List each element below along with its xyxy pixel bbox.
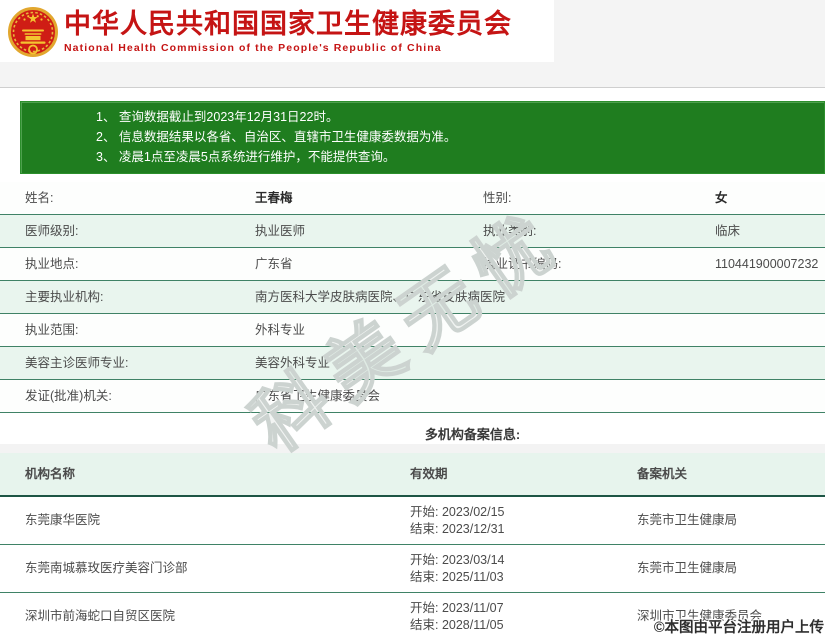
filing-end-date: 结束: 2025/11/03 (410, 569, 612, 586)
info-label: 执业证书编码: (475, 256, 707, 272)
notice-box: 1、 查询数据截止到2023年12月31日22时。 2、 信息数据结果以各省、自… (20, 101, 825, 174)
info-row: 医师级别:执业医师执业类别:临床 (0, 215, 825, 248)
notice-item: 3、 凌晨1点至凌晨5点系统进行维护，不能提供查询。 (96, 147, 814, 167)
info-label: 执业范围: (0, 322, 247, 338)
notice-list: 1、 查询数据截止到2023年12月31日22时。 2、 信息数据结果以各省、自… (96, 107, 814, 167)
info-value: 美容外科专业 (247, 355, 825, 371)
notice-item: 2、 信息数据结果以各省、自治区、直辖市卫生健康委数据为准。 (96, 127, 814, 147)
filing-row: 东莞南城慕玫医疗美容门诊部开始: 2023/03/14结束: 2025/11/0… (0, 545, 825, 593)
filing-validity: 开始: 2023/02/15结束: 2023/12/31 (388, 504, 612, 538)
info-label: 主要执业机构: (0, 289, 247, 305)
info-value: 女 (707, 190, 825, 206)
column-header-authority: 备案机关 (612, 466, 825, 483)
info-label: 性别: (475, 190, 707, 206)
info-value: 外科专业 (247, 322, 825, 338)
license-query-result-page: 中华人民共和国国家卫生健康委员会 National Health Commiss… (0, 0, 825, 638)
filing-end-date: 结束: 2023/12/31 (410, 521, 612, 538)
notice-item: 1、 查询数据截止到2023年12月31日22时。 (96, 107, 814, 127)
filing-org: 东莞康华医院 (0, 512, 388, 529)
info-value: 执业医师 (247, 223, 475, 239)
info-label: 美容主诊医师专业: (0, 355, 247, 371)
info-label: 姓名: (0, 190, 247, 206)
site-title-chinese: 中华人民共和国国家卫生健康委员会 (64, 9, 512, 39)
filing-authority: 东莞市卫生健康局 (612, 512, 825, 529)
site-title-english: National Health Commission of the People… (64, 42, 512, 54)
filing-table: 机构名称 有效期 备案机关 东莞康华医院开始: 2023/02/15结束: 20… (0, 453, 825, 638)
info-row: 姓名:王春梅性别:女 (0, 182, 825, 215)
site-titles: 中华人民共和国国家卫生健康委员会 National Health Commiss… (64, 0, 512, 54)
info-value: 临床 (707, 223, 825, 239)
filing-table-header: 机构名称 有效期 备案机关 (0, 453, 825, 497)
filing-org: 深圳市前海蛇口自贸区医院 (0, 608, 388, 625)
column-header-org: 机构名称 (0, 466, 388, 483)
section-gap-band (0, 444, 825, 453)
info-value: 广东省 (247, 256, 475, 272)
info-row: 主要执业机构:南方医科大学皮肤病医院、广东省皮肤病医院 (0, 281, 825, 314)
info-value: 王春梅 (247, 190, 475, 206)
info-row: 执业地点:广东省执业证书编码:110441900007232 (0, 248, 825, 281)
corner-watermark: ©本图由平台注册用户上传 (654, 616, 824, 637)
info-label: 医师级别: (0, 223, 247, 239)
filing-end-date: 结束: 2028/11/05 (410, 617, 612, 634)
info-label: 发证(批准)机关: (0, 388, 247, 404)
info-value: 广东省卫生健康委员会 (247, 388, 825, 404)
info-row: 发证(批准)机关:广东省卫生健康委员会 (0, 380, 825, 413)
filing-start-date: 开始: 2023/03/14 (410, 552, 612, 569)
info-row: 美容主诊医师专业:美容外科专业 (0, 347, 825, 380)
filing-authority: 东莞市卫生健康局 (612, 560, 825, 577)
filing-org: 东莞南城慕玫医疗美容门诊部 (0, 560, 388, 577)
china-national-emblem-icon (8, 5, 58, 59)
info-value: 南方医科大学皮肤病医院、广东省皮肤病医院 (247, 289, 825, 305)
filing-validity: 开始: 2023/03/14结束: 2025/11/03 (388, 552, 612, 586)
info-label: 执业类别: (475, 223, 707, 239)
doctor-info-table: 姓名:王春梅性别:女医师级别:执业医师执业类别:临床执业地点:广东省执业证书编码… (0, 182, 825, 413)
filing-start-date: 开始: 2023/02/15 (410, 504, 612, 521)
filing-start-date: 开始: 2023/11/07 (410, 600, 612, 617)
filing-row: 东莞康华医院开始: 2023/02/15结束: 2023/12/31东莞市卫生健… (0, 497, 825, 545)
info-value: 110441900007232 (707, 256, 825, 272)
filing-validity: 开始: 2023/11/07结束: 2028/11/05 (388, 600, 612, 634)
info-row: 执业范围:外科专业 (0, 314, 825, 347)
info-label: 执业地点: (0, 256, 247, 272)
column-header-validity: 有效期 (388, 466, 612, 483)
filing-section-title: 多机构备案信息: (60, 424, 825, 443)
site-header: 中华人民共和国国家卫生健康委员会 National Health Commiss… (0, 0, 554, 62)
